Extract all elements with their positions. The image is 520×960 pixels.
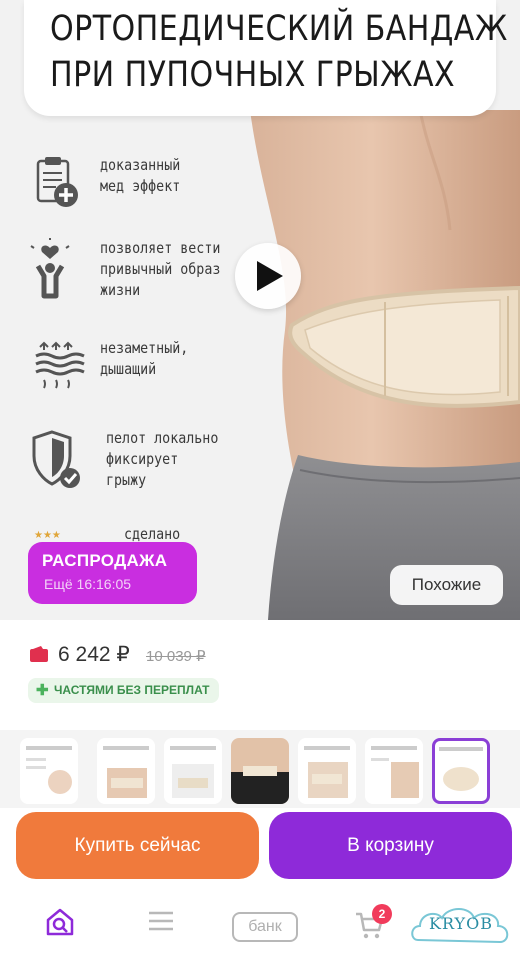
- feature-item: доказанный мед эффект: [30, 155, 245, 235]
- svg-text:★★★: ★★★: [34, 530, 61, 541]
- home-search-icon[interactable]: [44, 906, 76, 938]
- feature-line: пелот локально: [106, 429, 219, 447]
- feature-line: грыжу: [106, 471, 147, 489]
- feature-line: жизни: [100, 281, 141, 299]
- breathable-layers-icon: [35, 341, 85, 389]
- play-video-button[interactable]: [235, 243, 301, 309]
- feature-line: мед эффект: [100, 177, 181, 195]
- feature-line: позволяет вести: [100, 239, 221, 257]
- thumbnail[interactable]: [97, 738, 155, 804]
- current-price: 6 242 ₽: [58, 643, 130, 666]
- thumbnail[interactable]: [365, 738, 423, 804]
- shield-check-icon: [32, 430, 80, 488]
- menu-icon[interactable]: [146, 906, 176, 936]
- active-person-heart-icon: [30, 238, 70, 299]
- add-to-cart-button[interactable]: В корзину: [269, 812, 512, 879]
- thumbnail[interactable]: [231, 738, 289, 804]
- installment-badge[interactable]: ✚ ЧАСТЯМИ БЕЗ ПЕРЕПЛАТ: [28, 678, 220, 703]
- thumbnail[interactable]: [298, 738, 356, 804]
- sale-label: РАСПРОДАЖА: [42, 551, 168, 570]
- thumbnail[interactable]: [164, 738, 222, 804]
- product-banner-title: ортопедический бандаж при пупочных грыжа…: [50, 6, 508, 98]
- thumbnail[interactable]: [20, 738, 78, 804]
- feature-line: доказанный: [100, 156, 181, 174]
- title-line-2: при пупочных грыжах: [50, 55, 456, 95]
- installment-label: ЧАСТЯМИ БЕЗ ПЕРЕПЛАТ: [54, 683, 210, 697]
- bank-tab[interactable]: банк: [232, 912, 298, 942]
- cart-count-badge: 2: [372, 904, 392, 924]
- buy-now-button[interactable]: Купить сейчас: [16, 812, 259, 879]
- similar-button[interactable]: Похожие: [390, 565, 503, 605]
- feature-item: пелот локально фиксирует грыжу: [30, 428, 245, 508]
- product-image[interactable]: ортопедический бандаж при пупочных грыжа…: [0, 0, 520, 620]
- feature-line: дышащий: [100, 360, 157, 378]
- clipboard-medical-icon: [36, 157, 78, 207]
- image-thumbnails: [0, 730, 520, 808]
- watermark-text: KRYOB: [429, 914, 493, 933]
- sale-badge[interactable]: РАСПРОДАЖА Ещё 16:16:05: [28, 542, 197, 604]
- plus-icon: ✚: [36, 682, 49, 699]
- feature-line: привычный образ: [100, 260, 221, 278]
- feature-line: фиксирует: [106, 450, 179, 468]
- feature-item: позволяет вести привычный образ жизни: [30, 238, 245, 318]
- title-line-1: ортопедический бандаж: [50, 9, 508, 49]
- feature-line: незаметный,: [100, 339, 189, 357]
- sale-timer: Ещё 16:16:05: [44, 576, 132, 592]
- price-section: 6 242 ₽ 10 039 ₽ ✚ ЧАСТЯМИ БЕЗ ПЕРЕПЛАТ: [0, 620, 520, 730]
- thumbnail-selected[interactable]: [432, 738, 490, 804]
- feature-item: незаметный, дышащий: [30, 338, 245, 418]
- wallet-icon: [30, 646, 48, 662]
- old-price: 10 039 ₽: [146, 648, 206, 665]
- play-icon: [257, 261, 283, 291]
- watermark-logo: KRYOB: [408, 900, 514, 954]
